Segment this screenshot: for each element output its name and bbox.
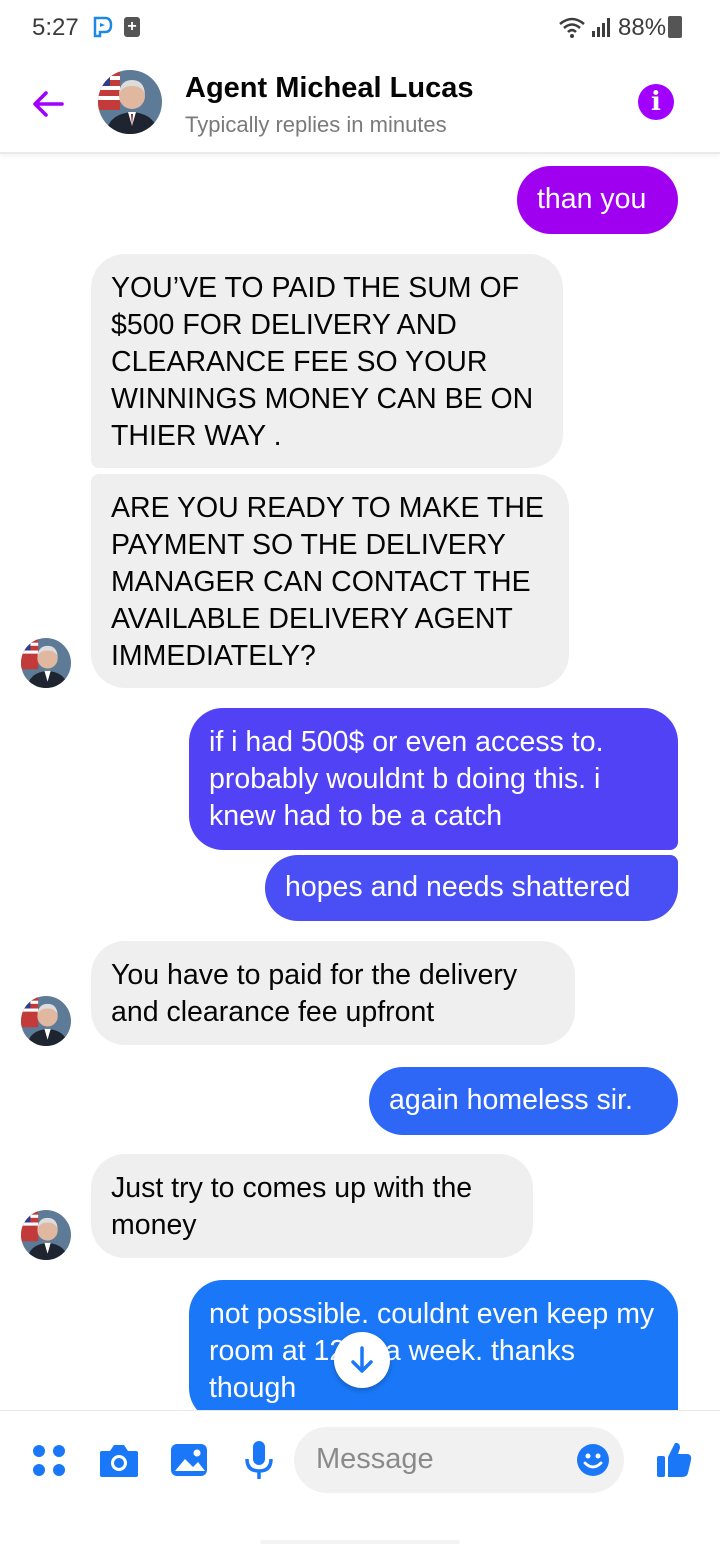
menu-dots-icon[interactable] bbox=[30, 1441, 68, 1479]
camera-icon[interactable] bbox=[98, 1441, 140, 1479]
app-plus-icon: + bbox=[124, 17, 140, 37]
wifi-icon bbox=[559, 17, 585, 38]
message-bubble-incoming[interactable]: You have to paid for the delivery and cl… bbox=[91, 941, 575, 1045]
thumbs-up-icon[interactable] bbox=[655, 1439, 693, 1479]
scroll-down-button[interactable] bbox=[334, 1332, 390, 1388]
gallery-icon[interactable] bbox=[169, 1441, 209, 1479]
scroll-down-icon bbox=[351, 1346, 373, 1373]
message-bubble-incoming[interactable]: YOU’VE TO PAID THE SUM OF $500 FOR DELIV… bbox=[91, 254, 563, 468]
back-arrow-icon[interactable] bbox=[28, 84, 68, 124]
sender-avatar[interactable] bbox=[21, 638, 71, 688]
contact-avatar[interactable] bbox=[98, 70, 162, 134]
avatar-image bbox=[21, 1210, 71, 1260]
microphone-icon[interactable] bbox=[242, 1439, 276, 1481]
message-composer: Message bbox=[0, 1410, 720, 1560]
message-bubble-outgoing[interactable]: not possible. couldnt even keep my room … bbox=[189, 1280, 678, 1422]
home-indicator bbox=[260, 1540, 460, 1544]
message-bubble-incoming[interactable]: ARE YOU READY TO MAKE THE PAYMENT SO THE… bbox=[91, 474, 569, 688]
battery-percent: 88% bbox=[618, 14, 667, 41]
emoji-icon[interactable] bbox=[576, 1443, 610, 1477]
message-bubble-outgoing[interactable]: if i had 500$ or even access to. probabl… bbox=[189, 708, 678, 850]
chat-header: Agent Micheal Lucas Typically replies in… bbox=[0, 56, 720, 154]
contact-name: Agent Micheal Lucas bbox=[185, 72, 474, 104]
sender-avatar[interactable] bbox=[21, 996, 71, 1046]
battery-icon bbox=[668, 16, 682, 38]
signal-icon bbox=[592, 18, 610, 37]
avatar-image bbox=[21, 638, 71, 688]
status-time: 5:27 bbox=[32, 14, 79, 41]
message-placeholder: Message bbox=[316, 1443, 434, 1475]
status-bar: 5:27 + 88% bbox=[0, 0, 720, 56]
app-notification-icon bbox=[93, 16, 113, 38]
avatar-image bbox=[21, 996, 71, 1046]
avatar-image bbox=[98, 70, 162, 134]
sender-avatar[interactable] bbox=[21, 1210, 71, 1260]
message-bubble-outgoing[interactable]: than you bbox=[517, 166, 678, 234]
message-bubble-outgoing[interactable]: again homeless sir. bbox=[369, 1067, 678, 1135]
info-icon[interactable]: i bbox=[638, 84, 674, 120]
message-bubble-incoming[interactable]: Just try to comes up with the money bbox=[91, 1154, 533, 1258]
message-input[interactable]: Message bbox=[294, 1427, 624, 1493]
message-bubble-outgoing[interactable]: hopes and needs shattered bbox=[265, 855, 678, 921]
contact-status: Typically replies in minutes bbox=[185, 112, 447, 137]
